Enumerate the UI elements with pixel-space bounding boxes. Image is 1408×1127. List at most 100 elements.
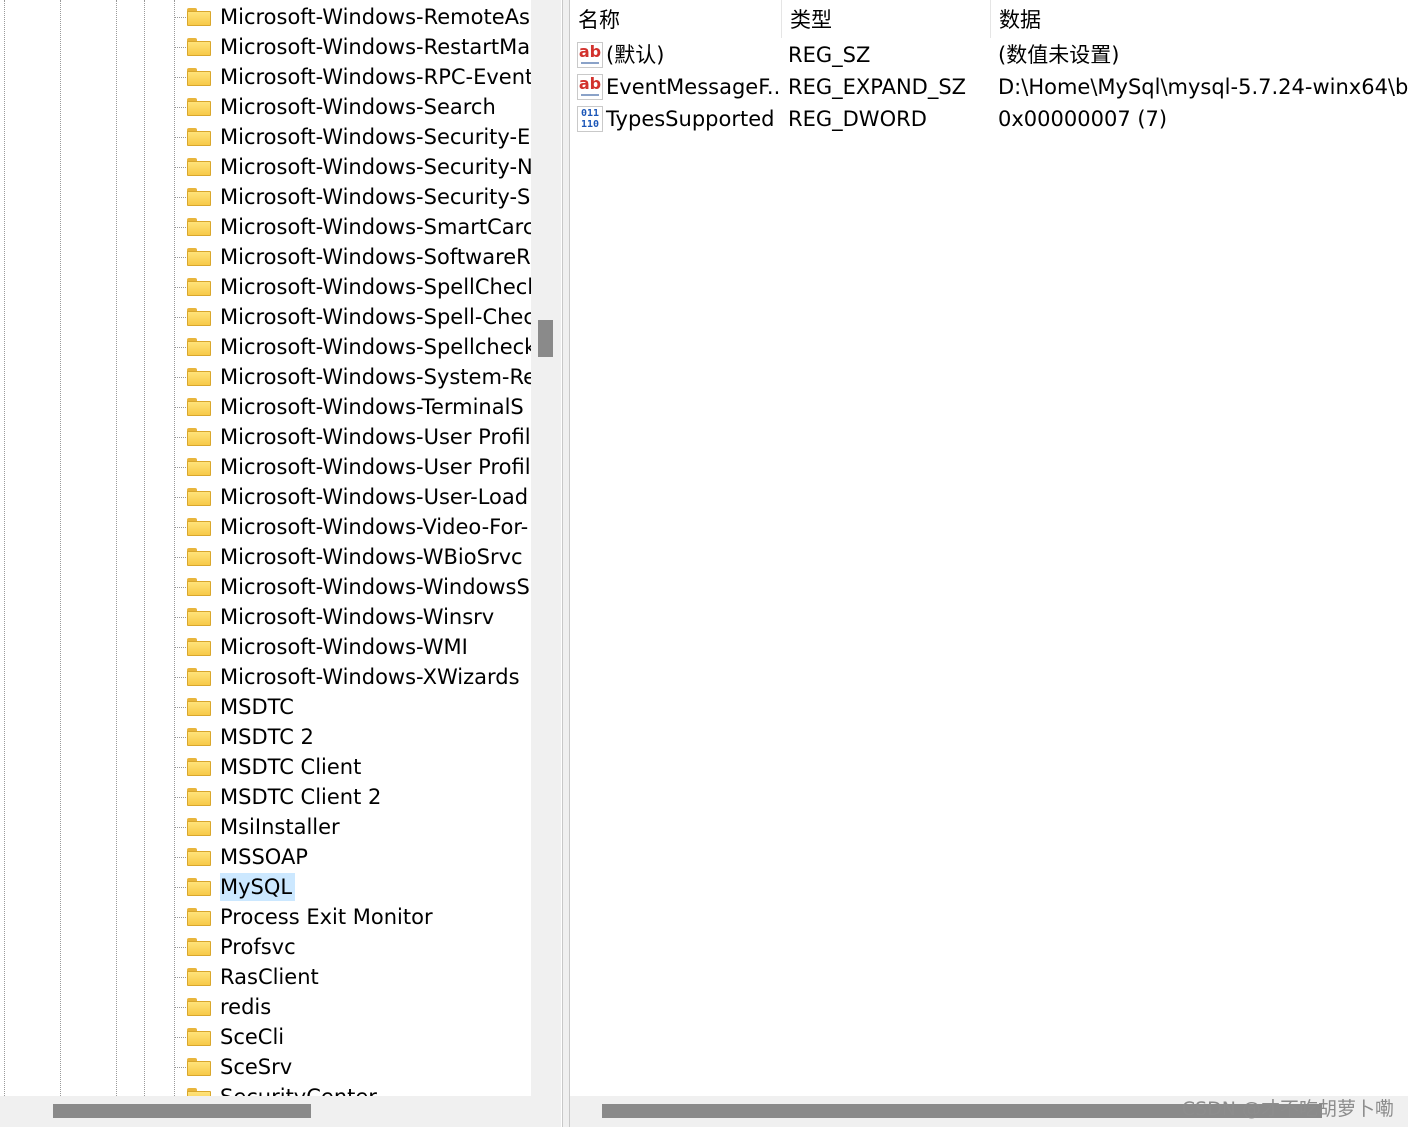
folder-icon (187, 278, 211, 296)
value-row[interactable]: ab (默认) REG_SZ (数值未设置) (570, 39, 1408, 71)
folder-icon (187, 1028, 211, 1046)
tree-item-label: Microsoft-Windows-WMI (220, 635, 468, 659)
tree-item-label: Microsoft-Windows-WBioSrvc (220, 545, 523, 569)
tree-item[interactable]: Microsoft-Windows-SmartCarc (174, 212, 531, 242)
tree-item[interactable]: Microsoft-Windows-Spell-Chec (174, 302, 531, 332)
value-type: REG_SZ (788, 43, 871, 67)
column-header-data[interactable]: 数据 (991, 0, 1408, 38)
tree-item[interactable]: Microsoft-Windows-Search (174, 92, 531, 122)
folder-icon (187, 8, 211, 26)
tree-item[interactable]: MSDTC 2 (174, 722, 531, 752)
value-name-cell: 011 110 TypesSupported (577, 103, 782, 135)
folder-icon (187, 188, 211, 206)
tree-item[interactable]: Microsoft-Windows-Video-For- (174, 512, 531, 542)
folder-icon (187, 128, 211, 146)
tree-item[interactable]: RasClient (174, 962, 531, 992)
folder-icon (187, 308, 211, 326)
tree-item-label: MsiInstaller (220, 815, 340, 839)
tree-item-label: Microsoft-Windows-User-Load (220, 485, 529, 509)
value-name-cell: ab EventMessageF... (577, 71, 782, 103)
value-row[interactable]: ab EventMessageF... REG_EXPAND_SZ D:\Hom… (570, 71, 1408, 103)
tree-item[interactable]: SecurityCenter (174, 1082, 531, 1096)
tree-item[interactable]: Process Exit Monitor (174, 902, 531, 932)
tree-item-label: Microsoft-Windows-RemoteAs (220, 5, 530, 29)
folder-icon (187, 788, 211, 806)
folder-icon (187, 1058, 211, 1076)
tree-list: Microsoft-Windows-RemoteAs Microsoft-Wind… (174, 2, 531, 1096)
tree-item-label: Microsoft-Windows-Search (220, 95, 496, 119)
folder-icon (187, 368, 211, 386)
tree-item[interactable]: Microsoft-Windows-Security-N (174, 152, 531, 182)
tree-item[interactable]: MySQL (174, 872, 531, 902)
column-header-type[interactable]: 类型 (782, 0, 991, 38)
tree-item[interactable]: MSDTC Client 2 (174, 782, 531, 812)
folder-icon (187, 158, 211, 176)
tree-item[interactable]: Profsvc (174, 932, 531, 962)
tree-item[interactable]: MsiInstaller (174, 812, 531, 842)
tree-item-label: RasClient (220, 965, 319, 989)
value-name-cell: ab (默认) (577, 39, 782, 71)
tree-item-label: Microsoft-Windows-SpellChecl (220, 275, 531, 299)
tree-item[interactable]: MSSOAP (174, 842, 531, 872)
tree-item[interactable]: Microsoft-Windows-SpellChecl (174, 272, 531, 302)
tree-item-label: Microsoft-Windows-XWizards (220, 665, 520, 689)
tree-item[interactable]: Microsoft-Windows-User Profil (174, 422, 531, 452)
folder-icon (187, 668, 211, 686)
registry-values-list[interactable]: 名称 类型 数据 ab (默认) REG_SZ (数值未设置) ab Event… (569, 0, 1408, 1127)
tree-item-label: Profsvc (220, 935, 296, 959)
tree-item-label: Microsoft-Windows-SmartCarc (220, 215, 531, 239)
column-header-name[interactable]: 名称 (570, 0, 782, 38)
folder-icon (187, 38, 211, 56)
tree-item[interactable]: SceCli (174, 1022, 531, 1052)
folder-icon (187, 848, 211, 866)
tree-item[interactable]: MSDTC (174, 692, 531, 722)
folder-icon (187, 428, 211, 446)
folder-icon (187, 998, 211, 1016)
registry-key-tree[interactable]: Microsoft-Windows-RemoteAs Microsoft-Wind… (0, 0, 563, 1127)
tree-item[interactable]: Microsoft-Windows-WindowsS (174, 572, 531, 602)
tree-item[interactable]: redis (174, 992, 531, 1022)
tree-item[interactable]: Microsoft-Windows-User-Load (174, 482, 531, 512)
folder-icon (187, 518, 211, 536)
value-type: REG_DWORD (788, 107, 927, 131)
tree-item-label: Microsoft-Windows-Winsrv (220, 605, 495, 629)
tree-item[interactable]: Microsoft-Windows-Security-S (174, 182, 531, 212)
folder-icon (187, 98, 211, 116)
folder-icon (187, 338, 211, 356)
tree-item[interactable]: SceSrv (174, 1052, 531, 1082)
folder-icon (187, 938, 211, 956)
tree-guide-line (116, 0, 117, 1096)
tree-item[interactable]: Microsoft-Windows-System-Re (174, 362, 531, 392)
tree-item-label: MySQL (220, 873, 296, 901)
folder-icon (187, 1088, 211, 1096)
tree-item[interactable]: Microsoft-Windows-Security-E (174, 122, 531, 152)
tree-item[interactable]: MSDTC Client (174, 752, 531, 782)
tree-item[interactable]: Microsoft-Windows-SoftwareR (174, 242, 531, 272)
folder-icon (187, 698, 211, 716)
tree-vertical-scrollbar[interactable] (531, 0, 561, 1096)
tree-item[interactable]: Microsoft-Windows-RestartMa (174, 32, 531, 62)
folder-icon (187, 548, 211, 566)
tree-item-label: SceCli (220, 1025, 285, 1049)
tree-item-label: Microsoft-Windows-RestartMa (220, 35, 531, 59)
tree-item[interactable]: Microsoft-Windows-XWizards (174, 662, 531, 692)
folder-icon (187, 248, 211, 266)
value-row[interactable]: 011 110 TypesSupported REG_DWORD 0x00000… (570, 103, 1408, 135)
folder-icon (187, 758, 211, 776)
tree-item[interactable]: Microsoft-Windows-Spellcheck (174, 332, 531, 362)
folder-icon (187, 818, 211, 836)
tree-item[interactable]: Microsoft-Windows-RPC-Event (174, 62, 531, 92)
watermark: CSDN @才不吃胡萝卜嘞 (1181, 1098, 1394, 1120)
tree-horizontal-scrollbar[interactable] (0, 1096, 561, 1127)
tree-horizontal-scroll-thumb[interactable] (53, 1104, 311, 1118)
tree-item[interactable]: Microsoft-Windows-Winsrv (174, 602, 531, 632)
tree-item[interactable]: Microsoft-Windows-RemoteAs (174, 2, 531, 32)
tree-item[interactable]: Microsoft-Windows-WMI (174, 632, 531, 662)
tree-guide-line (144, 0, 145, 1096)
string-value-icon: ab (577, 74, 603, 100)
tree-vertical-scroll-thumb[interactable] (538, 320, 553, 357)
tree-item[interactable]: Microsoft-Windows-TerminalS (174, 392, 531, 422)
tree-item[interactable]: Microsoft-Windows-WBioSrvc (174, 542, 531, 572)
tree-item-label: Microsoft-Windows-TerminalS (220, 395, 524, 419)
tree-item[interactable]: Microsoft-Windows-User Profil (174, 452, 531, 482)
